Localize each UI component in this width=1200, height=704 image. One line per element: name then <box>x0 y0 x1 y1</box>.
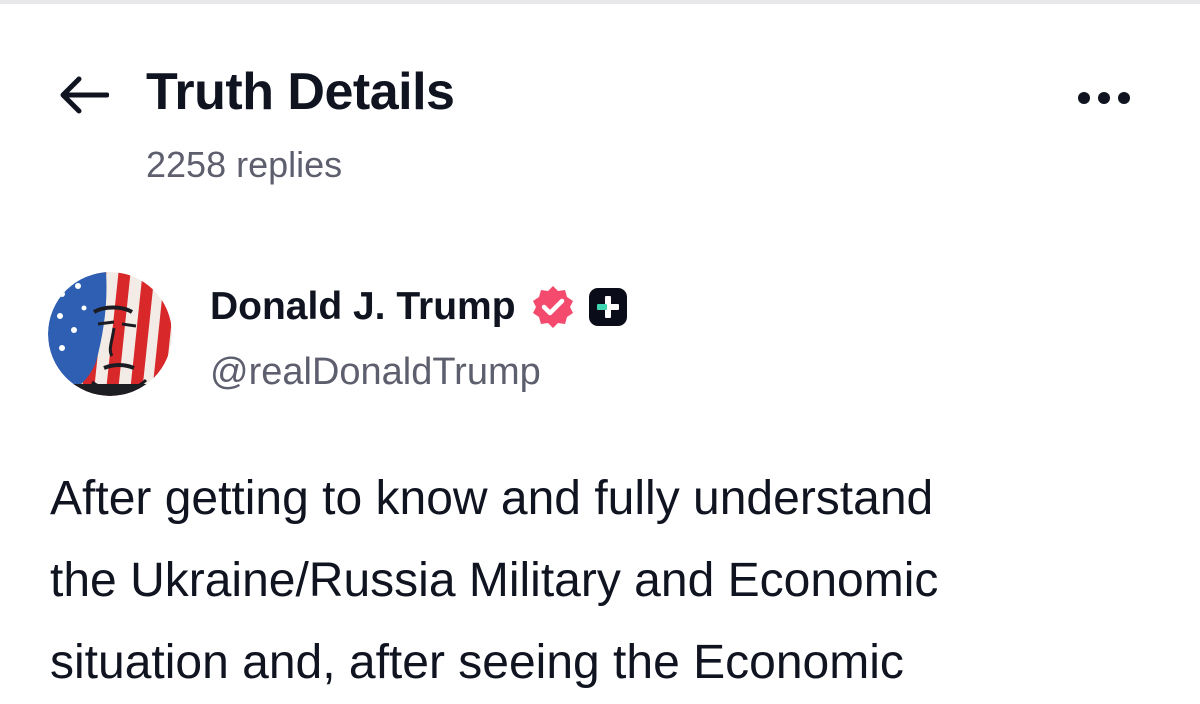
verified-badge-icon <box>530 284 576 330</box>
post-body: After getting to know and fully understa… <box>50 458 1170 704</box>
flag-portrait-avatar <box>48 272 172 396</box>
arrow-left-icon <box>60 76 109 114</box>
page-title: Truth Details <box>146 63 455 121</box>
post-text-line: the Ukraine/Russia Military and Economic <box>50 554 939 607</box>
more-horizontal-icon <box>1078 92 1130 104</box>
reply-count: 2258 replies <box>146 144 343 185</box>
post-text-line: After getting to know and fully understa… <box>50 472 934 525</box>
display-name[interactable]: Donald J. Trump <box>210 282 516 332</box>
more-options-button[interactable] <box>1068 80 1140 116</box>
plus-badge-icon <box>588 287 628 327</box>
back-button[interactable] <box>54 68 112 122</box>
page-header: Truth Details 2258 replies <box>0 0 1200 210</box>
author-row: Donald J. Trump @realDonaldTrump <box>0 260 1200 410</box>
author-handle[interactable]: @realDonaldTrump <box>210 348 541 396</box>
post-text-line: situation and, after seeing the Economic <box>50 636 904 689</box>
avatar[interactable] <box>48 272 172 396</box>
display-name-row: Donald J. Trump <box>210 282 628 332</box>
